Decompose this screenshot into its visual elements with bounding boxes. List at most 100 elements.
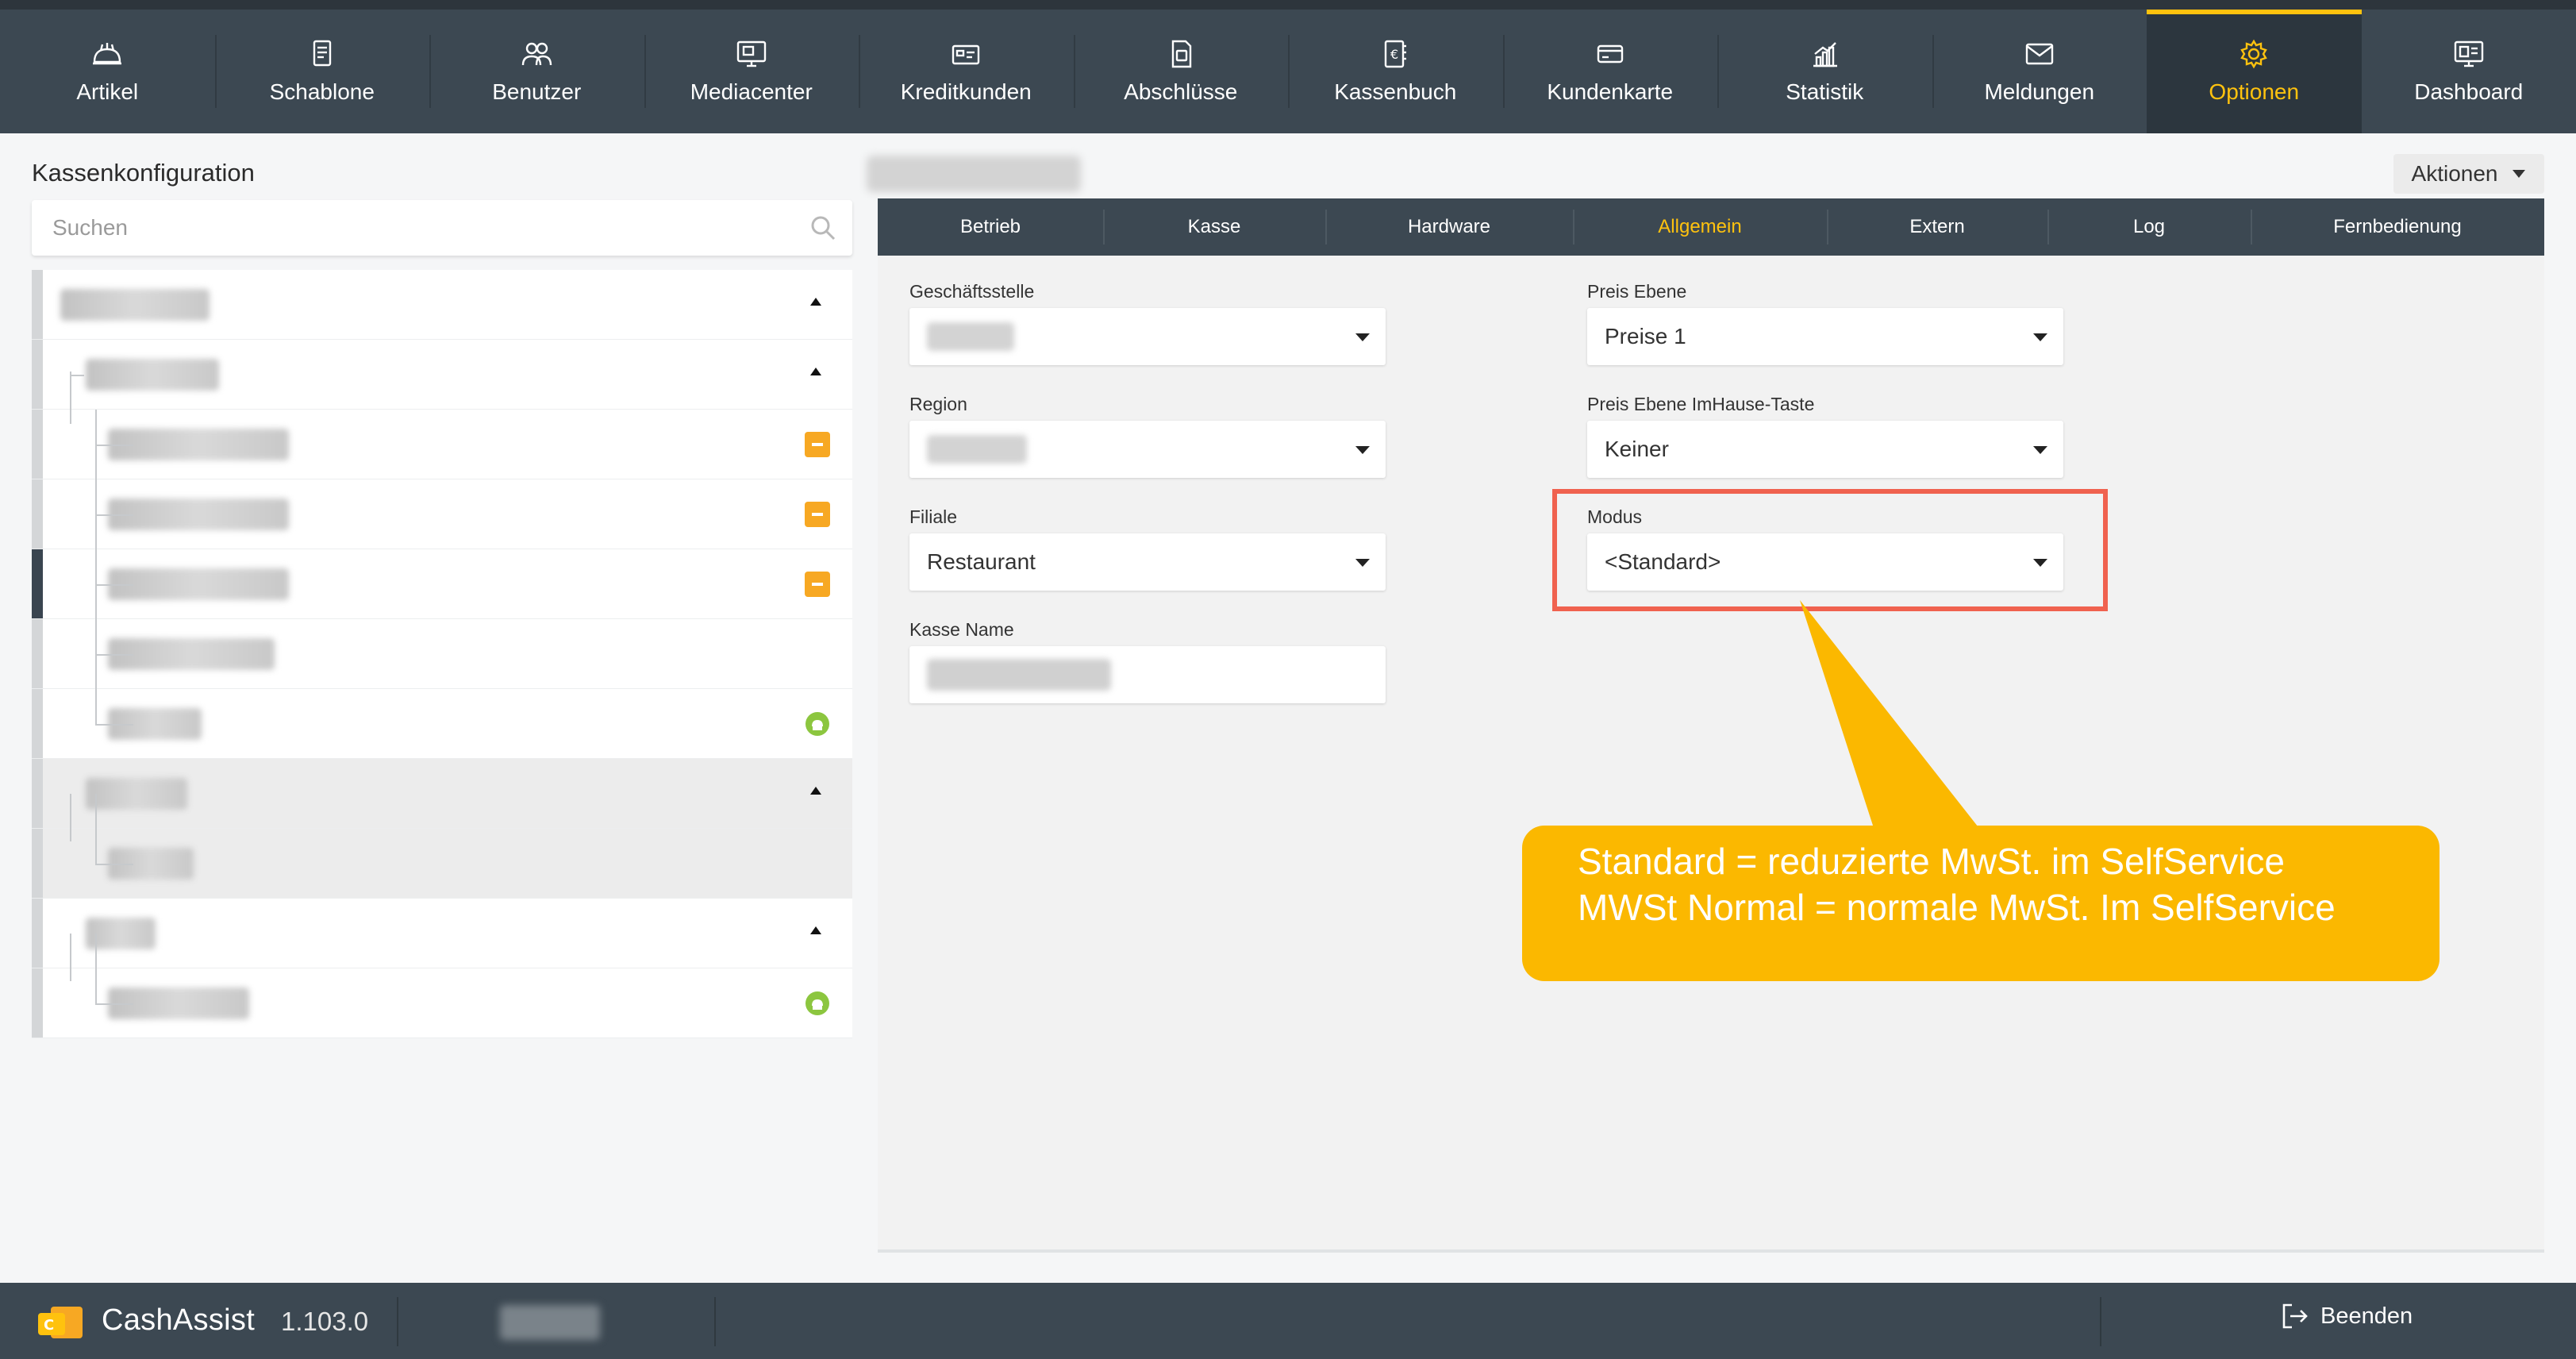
- nav-label: Schablone: [269, 79, 375, 104]
- collapse-caret-icon[interactable]: [808, 294, 824, 310]
- preis-imhause-value: Keiner: [1605, 437, 1669, 461]
- tree-row[interactable]: [32, 270, 852, 340]
- search-icon[interactable]: [809, 214, 836, 241]
- tree-row-selected[interactable]: [32, 549, 852, 619]
- tree-connector: [95, 794, 97, 865]
- tree-row[interactable]: [32, 479, 852, 549]
- logout-label: Beenden: [2320, 1303, 2413, 1329]
- nav-kundenkarte[interactable]: Kundenkarte: [1502, 10, 1718, 133]
- redacted-user: [500, 1305, 600, 1340]
- filiale-select[interactable]: Restaurant: [909, 533, 1386, 591]
- bread-icon: [90, 38, 125, 70]
- highlight-frame: [1552, 489, 2108, 611]
- search-input[interactable]: [32, 200, 852, 256]
- tab-log[interactable]: Log: [2047, 198, 2251, 256]
- tab-allgemein[interactable]: Allgemein: [1573, 198, 1827, 256]
- redacted-value: [927, 322, 1014, 351]
- nav-abschluesse[interactable]: Abschlüsse: [1073, 10, 1289, 133]
- nav-label: Meldungen: [1984, 79, 2095, 104]
- tree-connector: [95, 864, 133, 865]
- tree-row[interactable]: [32, 968, 852, 1038]
- redacted-label: [108, 568, 289, 600]
- footer-divider: [714, 1297, 716, 1346]
- redacted-label: [108, 499, 289, 530]
- cashassist-logo-icon: C: [38, 1307, 83, 1338]
- kasse-name-label: Kasse Name: [909, 619, 1014, 640]
- monitor-icon: [734, 38, 769, 70]
- form-content: Geschäftsstelle Region Filiale Restauran…: [878, 256, 2544, 1253]
- tree-connector: [95, 1003, 133, 1005]
- collapse-caret-icon[interactable]: [808, 922, 824, 938]
- nav-artikel[interactable]: Artikel: [0, 10, 215, 133]
- chevron-down-icon: [2513, 170, 2526, 178]
- row-indicator: [32, 410, 43, 479]
- nav-kassenbuch[interactable]: € Kassenbuch: [1288, 10, 1503, 133]
- chart-icon: [1807, 38, 1842, 70]
- cashbook-icon: €: [1378, 38, 1413, 70]
- preis-ebene-label: Preis Ebene: [1587, 281, 1687, 302]
- logout-button[interactable]: Beenden: [2279, 1300, 2413, 1332]
- actions-dropdown[interactable]: Aktionen: [2393, 154, 2544, 194]
- annotation-callout: Standard = reduzierte MwSt. im SelfServi…: [1522, 826, 2440, 981]
- brand-name: CashAssist: [102, 1303, 256, 1337]
- tab-bar: Betrieb Kasse Hardware Allgemein Extern …: [878, 198, 2544, 256]
- collapse-caret-icon[interactable]: [808, 364, 824, 379]
- actions-label: Aktionen: [2411, 161, 2498, 186]
- tree-row[interactable]: [32, 340, 852, 410]
- callout-line-2: MWSt Normal = normale MwSt. Im SelfServi…: [1578, 887, 2336, 928]
- footer-bar: C CashAssist 1.103.0 Beenden: [0, 1283, 2576, 1359]
- tree-row[interactable]: [32, 689, 852, 759]
- dashboard-icon: [2451, 38, 2486, 70]
- tree-connector: [95, 654, 133, 656]
- preis-imhause-select[interactable]: Keiner: [1587, 421, 2063, 478]
- nav-meldungen[interactable]: Meldungen: [1932, 10, 2147, 133]
- nav-kreditkunden[interactable]: Kreditkunden: [859, 10, 1074, 133]
- nav-label: Dashboard: [2414, 79, 2524, 104]
- region-select[interactable]: [909, 421, 1386, 478]
- tree-row[interactable]: [32, 759, 852, 829]
- android-icon: [805, 712, 829, 736]
- nav-optionen[interactable]: Optionen: [2147, 10, 2362, 133]
- tree-row[interactable]: [32, 619, 852, 689]
- nav-label: Benutzer: [492, 79, 582, 104]
- tree-row[interactable]: [32, 899, 852, 968]
- tree-connector: [95, 724, 133, 726]
- main-navigation: Artikel Schablone Benutzer Mediacenter K…: [0, 10, 2576, 133]
- users-icon: [519, 38, 554, 70]
- geschaeftsstelle-select[interactable]: [909, 308, 1386, 365]
- search-box: [32, 200, 852, 256]
- nav-statistik[interactable]: Statistik: [1717, 10, 1932, 133]
- row-indicator: [32, 689, 43, 758]
- nav-label: Kreditkunden: [900, 79, 1032, 104]
- nav-benutzer[interactable]: Benutzer: [429, 10, 644, 133]
- card-icon: [1593, 38, 1628, 70]
- gear-icon: [2236, 38, 2271, 70]
- tab-hardware[interactable]: Hardware: [1325, 198, 1573, 256]
- svg-text:€: €: [1390, 47, 1398, 62]
- tree-row[interactable]: [32, 829, 852, 899]
- tab-betrieb[interactable]: Betrieb: [878, 198, 1103, 256]
- logout-icon: [2282, 1303, 2308, 1329]
- tab-kasse[interactable]: Kasse: [1103, 198, 1325, 256]
- tab-fernbedienung[interactable]: Fernbedienung: [2251, 198, 2544, 256]
- document-icon: [1163, 38, 1198, 70]
- row-indicator: [32, 968, 43, 1038]
- tab-extern[interactable]: Extern: [1827, 198, 2047, 256]
- nav-mediacenter[interactable]: Mediacenter: [644, 10, 859, 133]
- filiale-label: Filiale: [909, 506, 958, 527]
- row-indicator: [32, 759, 43, 828]
- nav-dashboard[interactable]: Dashboard: [2362, 10, 2576, 133]
- tree-row[interactable]: [32, 410, 852, 479]
- redacted-value: [927, 435, 1027, 464]
- preis-ebene-select[interactable]: Preise 1: [1587, 308, 2063, 365]
- preis-ebene-value: Preise 1: [1605, 324, 1686, 348]
- pos-device-icon: [805, 572, 830, 597]
- filiale-value: Restaurant: [927, 549, 1036, 574]
- region-label: Region: [909, 394, 967, 414]
- kasse-name-input[interactable]: [909, 646, 1386, 703]
- redacted-register-title: [867, 156, 1081, 192]
- tree-connector: [70, 372, 71, 424]
- collapse-caret-icon[interactable]: [808, 783, 824, 799]
- nav-schablone[interactable]: Schablone: [214, 10, 430, 133]
- geschaeftsstelle-label: Geschäftsstelle: [909, 281, 1035, 302]
